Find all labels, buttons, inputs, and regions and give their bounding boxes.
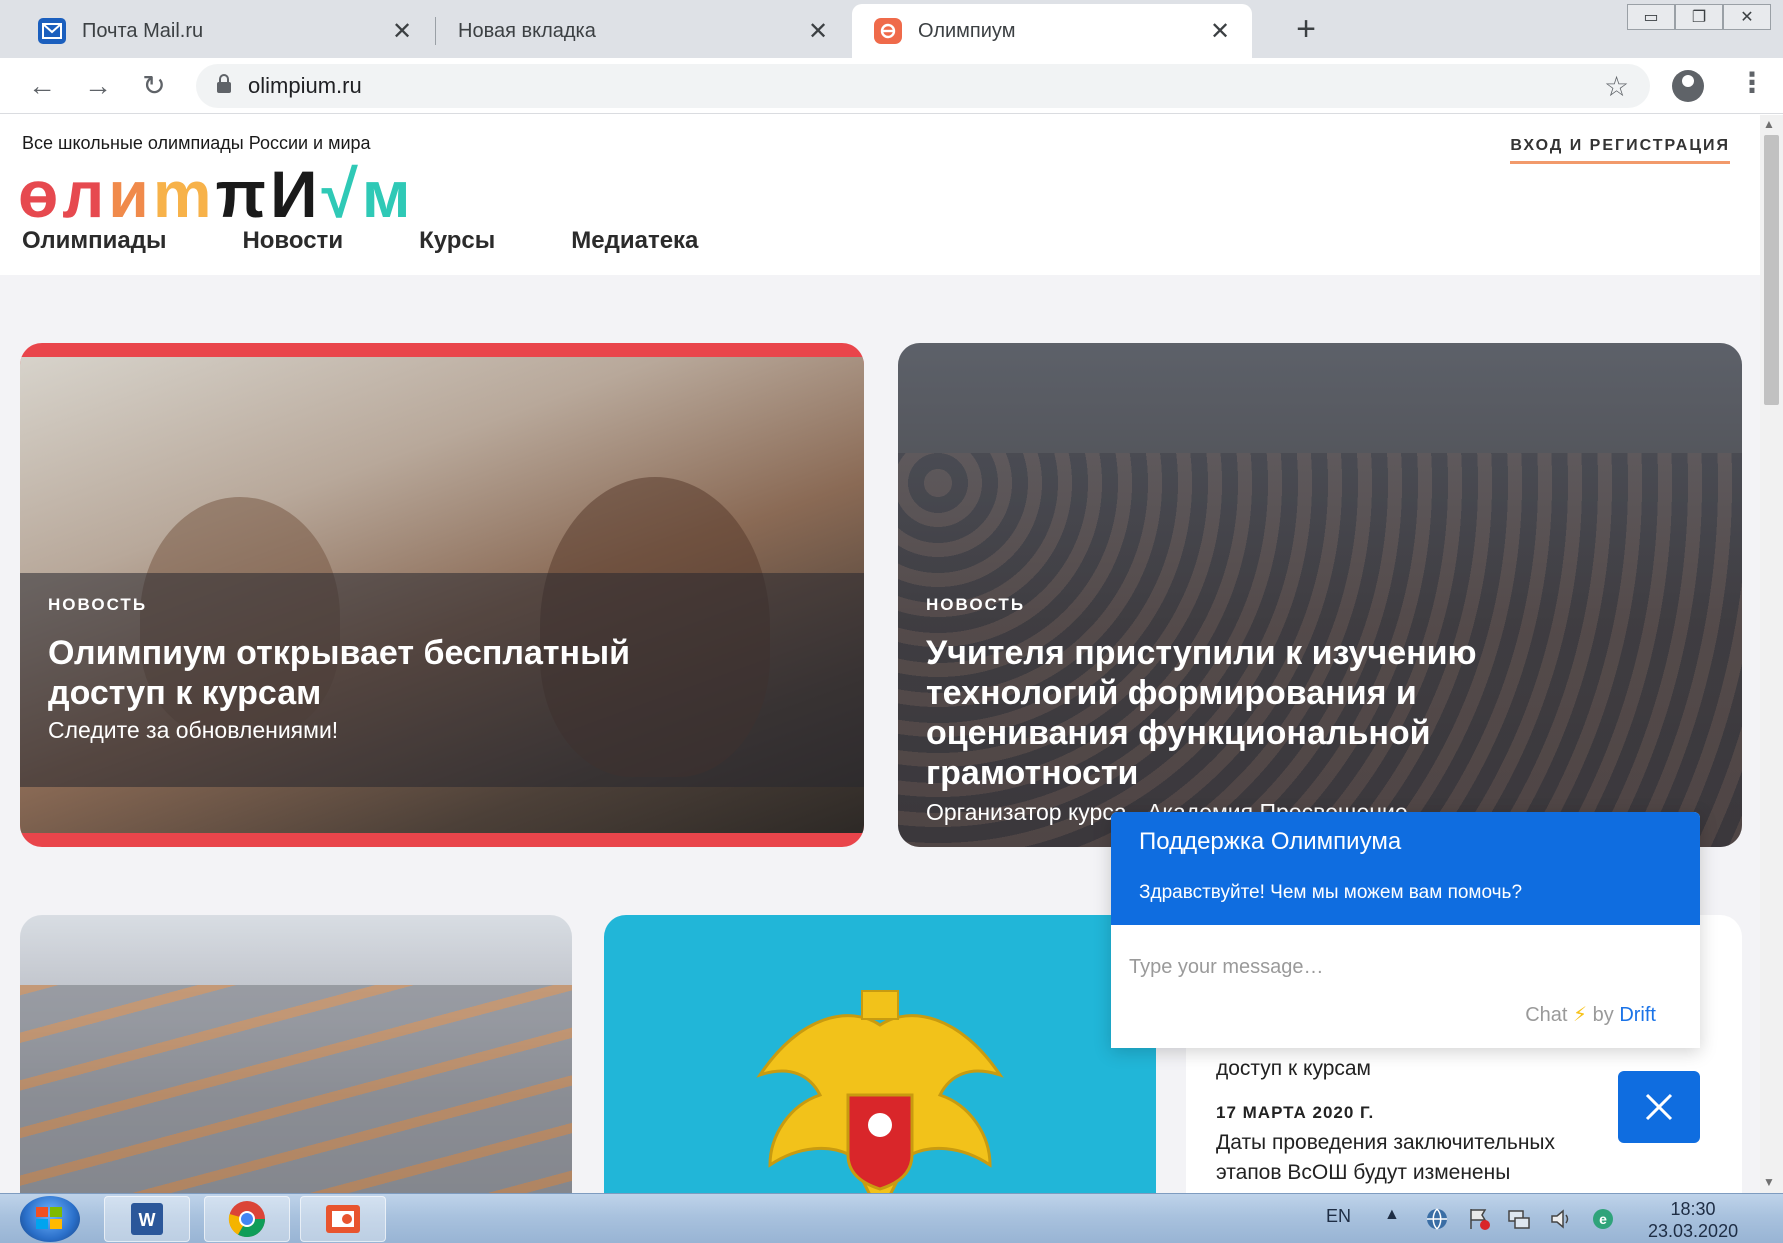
restore-icon[interactable]: ❐ — [1675, 4, 1723, 30]
network-connection-icon[interactable] — [1506, 1206, 1532, 1232]
card-kicker: НОВОСТЬ — [926, 595, 1026, 614]
network-globe-icon[interactable] — [1424, 1206, 1450, 1232]
clock-time: 18:30 — [1670, 1199, 1716, 1219]
back-arrow-icon[interactable]: ← — [24, 68, 60, 104]
svg-text:W: W — [139, 1210, 156, 1230]
tab-new[interactable]: Новая вкладка ✕ — [436, 4, 850, 58]
chat-branding[interactable]: Chat ⚡ by Drift — [1525, 1002, 1656, 1027]
profile-avatar-icon[interactable] — [1672, 70, 1704, 102]
browser-toolbar: ← → ↻ olimpium.ru ☆ ⋮ — [0, 58, 1783, 114]
card-kicker: НОВОСТЬ — [48, 595, 148, 614]
presentation-app-icon — [326, 1205, 360, 1233]
news-card-classroom[interactable] — [20, 915, 572, 1193]
card-subtitle: Следите за обновлениями! — [48, 717, 339, 743]
support-chat-widget: Поддержка Олимпиума Здравствуйте! Чем мы… — [1111, 812, 1700, 1048]
nav-item-news[interactable]: Новости — [242, 227, 343, 255]
word-icon: W — [131, 1203, 163, 1235]
tab-label: Новая вкладка — [458, 19, 596, 42]
keyboard-language[interactable]: EN — [1326, 1206, 1351, 1227]
news-item-date: 17 МАРТА 2020 Г. — [1216, 1103, 1375, 1122]
taskbar-presentation-button[interactable] — [300, 1196, 386, 1242]
moscow-coat-of-arms-icon — [756, 990, 1004, 1193]
chat-message-input[interactable] — [1129, 956, 1669, 979]
scroll-thumb[interactable] — [1764, 135, 1779, 405]
news-item-title[interactable]: Даты проведения заключительных — [1216, 1131, 1555, 1155]
tab-olimpium[interactable]: Олимпиум ✕ — [852, 4, 1252, 58]
new-tab-button[interactable]: + — [1286, 10, 1326, 49]
minimize-icon[interactable]: ▭ — [1627, 4, 1675, 30]
page-scrollbar[interactable]: ▲ ▼ — [1760, 115, 1783, 1193]
chat-title: Поддержка Олимпиума — [1139, 828, 1402, 855]
svg-text:e: e — [1599, 1211, 1607, 1227]
windows-taskbar: W EN ▲ e 18:30 23.03.2020 — [0, 1193, 1783, 1243]
tab-label: Почта Mail.ru — [82, 19, 204, 42]
taskbar-chrome-button[interactable] — [204, 1196, 290, 1242]
scroll-down-icon[interactable]: ▼ — [1763, 1175, 1775, 1189]
news-item-title[interactable]: этапов ВсОШ будут изменены — [1216, 1161, 1510, 1185]
chat-close-button[interactable] — [1618, 1071, 1700, 1143]
windows-start-button[interactable] — [20, 1196, 80, 1242]
forward-arrow-icon[interactable]: → — [80, 68, 116, 104]
url-text: olimpium.ru — [248, 73, 362, 98]
news-card-moscow[interactable] — [604, 915, 1156, 1193]
site-tagline: Все школьные олимпиады России и мира — [22, 133, 371, 153]
card-title: Олимпиум открывает бесплатный доступ к к… — [48, 634, 631, 712]
browser-tab-strip: Почта Mail.ru ✕ Новая вкладка ✕ Олимпиум… — [0, 0, 1783, 58]
olimpium-favicon — [874, 18, 902, 44]
menu-kebab-icon[interactable]: ⋮ — [1738, 66, 1766, 99]
mail-icon — [38, 18, 66, 44]
lightning-bolt-icon: ⚡ — [1573, 1004, 1588, 1026]
reload-icon[interactable]: ↻ — [136, 68, 172, 104]
lock-icon — [216, 73, 232, 99]
window-controls: ▭ ❐ ✕ — [1627, 4, 1771, 30]
tab-close-icon[interactable]: ✕ — [1206, 17, 1234, 46]
windows-logo-icon — [36, 1207, 62, 1229]
news-card-free-courses[interactable]: НОВОСТЬ Олимпиум открывает бесплатный до… — [20, 343, 864, 847]
news-card-teachers[interactable]: НОВОСТЬ Учителя приступили к изучению те… — [898, 343, 1742, 847]
close-icon — [1645, 1093, 1673, 1121]
tray-expand-icon[interactable]: ▲ — [1384, 1206, 1400, 1224]
bookmark-star-icon[interactable]: ☆ — [1604, 70, 1629, 103]
nav-item-media[interactable]: Медиатека — [571, 227, 698, 255]
nav-item-olympiads[interactable]: Олимпиады — [22, 227, 166, 255]
address-bar[interactable]: olimpium.ru — [196, 64, 1650, 108]
system-clock[interactable]: 18:30 23.03.2020 — [1648, 1198, 1738, 1242]
site-header: Все школьные олимпиады России и мира ВХО… — [0, 115, 1760, 275]
action-center-flag-icon[interactable] — [1466, 1206, 1492, 1232]
chrome-icon — [228, 1201, 265, 1238]
clock-date: 23.03.2020 — [1648, 1221, 1739, 1241]
tab-mail[interactable]: Почта Mail.ru ✕ — [16, 4, 434, 58]
update-tray-icon[interactable]: e — [1590, 1206, 1616, 1232]
main-nav: Олимпиады Новости Курсы Медиатека — [22, 227, 698, 255]
volume-icon[interactable] — [1548, 1206, 1574, 1232]
chat-header: Поддержка Олимпиума Здравствуйте! Чем мы… — [1111, 812, 1700, 925]
chat-greeting: Здравствуйте! Чем мы можем вам помочь? — [1139, 882, 1523, 903]
card-title: Учителя приступили к изучению технологий… — [926, 634, 1477, 792]
tab-label: Олимпиум — [918, 19, 1016, 42]
taskbar-word-button[interactable]: W — [104, 1196, 190, 1242]
login-register-link[interactable]: ВХОД И РЕГИСТРАЦИЯ — [1510, 137, 1730, 164]
tab-close-icon[interactable]: ✕ — [804, 17, 832, 46]
tab-close-icon[interactable]: ✕ — [388, 17, 416, 46]
nav-item-courses[interactable]: Курсы — [419, 227, 495, 255]
scroll-up-icon[interactable]: ▲ — [1763, 117, 1775, 131]
news-item-fragment[interactable]: доступ к курсам — [1216, 1057, 1371, 1081]
site-logo[interactable]: өлиmπИ√м — [18, 159, 415, 229]
card-photo-classroom — [20, 985, 572, 1193]
close-icon[interactable]: ✕ — [1723, 4, 1771, 30]
